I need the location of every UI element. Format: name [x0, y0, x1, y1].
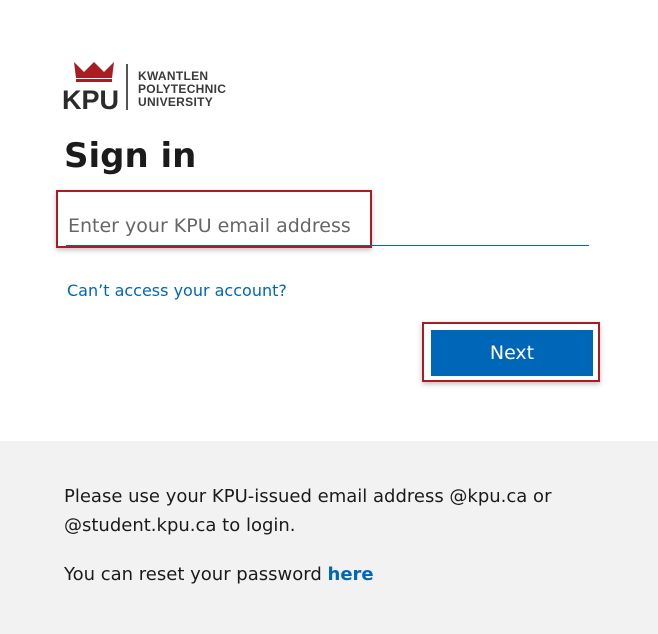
kpu-logo: KPU KWANTLEN POLYTECHNIC UNIVERSITY	[62, 60, 242, 112]
logo-line-3: UNIVERSITY	[138, 95, 214, 109]
page-title: Sign in	[64, 136, 197, 176]
footer-reset-line: You can reset your password here	[64, 564, 374, 585]
reset-password-link[interactable]: here	[328, 564, 374, 585]
next-button[interactable]: Next	[431, 330, 593, 376]
logo-abbr: KPU	[62, 85, 119, 112]
reset-prefix: You can reset your password	[64, 564, 322, 585]
email-input[interactable]	[66, 206, 589, 246]
sign-in-card: KPU KWANTLEN POLYTECHNIC UNIVERSITY Sign…	[0, 0, 658, 441]
footer-notice: Please use your KPU-issued email address…	[64, 486, 552, 536]
logo-wordmark: KWANTLEN POLYTECHNIC UNIVERSITY	[138, 70, 226, 109]
cant-access-account-link[interactable]: Can’t access your account?	[67, 281, 287, 300]
kpu-logo-mark: KPU	[62, 62, 119, 112]
logo-divider	[126, 64, 128, 110]
